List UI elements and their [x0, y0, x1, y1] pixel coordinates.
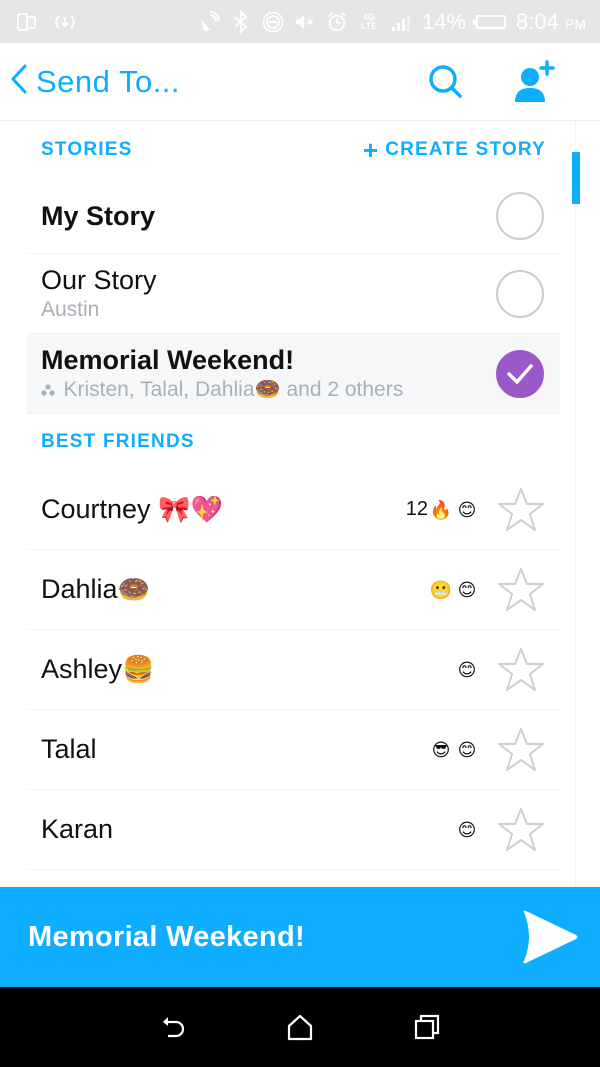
story-row-my-story[interactable]: My Story [27, 179, 560, 254]
send-arrow-icon[interactable] [518, 906, 580, 968]
star-icon[interactable] [496, 485, 546, 535]
signal-icon [390, 11, 412, 33]
fire-emoji-icon: 🔥 [429, 499, 453, 520]
nfc-icon [198, 10, 220, 33]
friend-badges: 😊 [454, 817, 480, 843]
friend-name: Dahlia🍩 [41, 574, 150, 605]
page-title: Send To... [36, 63, 181, 99]
story-row-memorial-weekend[interactable]: Memorial Weekend! Kristen, Talal, Dahlia… [27, 334, 560, 414]
friend-name-text: Ashley [41, 654, 123, 684]
recipient-list: STORIES + CREATE STORY My Story Our Stor… [0, 121, 600, 887]
status-bar: 4G LTE 14% 8:04 PM [0, 0, 600, 43]
friend-name: Talal [41, 734, 97, 765]
select-circle[interactable] [496, 269, 544, 318]
nav-recents-button[interactable] [407, 1007, 447, 1047]
friend-badges: 12 🔥 😊 [406, 497, 480, 523]
back-button[interactable]: Send To... [0, 62, 180, 101]
do-not-disturb-icon [262, 11, 284, 33]
friend-name-text: Talal [41, 734, 97, 764]
add-friend-button[interactable] [512, 59, 556, 104]
star-icon[interactable] [496, 565, 546, 615]
sunglasses-emoji-icon: 😎 [431, 739, 451, 760]
plus-icon: + [362, 135, 380, 165]
nav-home-button[interactable] [280, 1007, 320, 1047]
friend-name-emoji: 🎀💖 [158, 494, 223, 524]
create-story-label: CREATE STORY [385, 139, 546, 160]
smile-emoji-icon: 😊 [457, 659, 477, 680]
friend-name-text: Karan [41, 814, 114, 844]
create-story-button[interactable]: + CREATE STORY [363, 137, 546, 163]
checkmark-icon [507, 363, 533, 384]
friend-name-emoji: 🍔 [122, 654, 155, 684]
scrollbar-thumb[interactable] [572, 152, 580, 204]
network-label: 4G LTE [360, 11, 378, 31]
smile-emoji-icon: 😊 [457, 499, 477, 520]
star-icon[interactable] [496, 725, 546, 775]
friend-name-text: Dahlia [41, 574, 118, 604]
story-name: Our Story [41, 265, 157, 295]
friend-name: Ashley🍔 [41, 654, 154, 685]
best-friends-section-header: BEST FRIENDS [0, 414, 600, 470]
recents-icon [414, 1014, 439, 1040]
story-subtitle: Kristen, Talal, Dahlia🍩 and 2 others [41, 378, 403, 402]
clock: 8:04 PM [516, 9, 586, 35]
search-icon [429, 64, 462, 98]
friend-badges: 😬 😊 [428, 577, 480, 603]
header: Send To... [0, 43, 600, 121]
chevron-left-icon [8, 62, 30, 101]
stories-section-header: STORIES + CREATE STORY [0, 121, 600, 179]
grimace-emoji-icon: 😬 [429, 579, 453, 600]
clock-ampm: PM [565, 15, 586, 32]
story-row-our-story[interactable]: Our Story Austin [27, 254, 560, 334]
friend-row[interactable]: Ashley🍔 😊 [27, 630, 560, 710]
friend-name: Karan [41, 814, 113, 845]
android-nav-bar [0, 987, 600, 1067]
friend-name: Courtney 🎀💖 [41, 494, 223, 525]
clock-time: 8:04 [516, 8, 559, 34]
alarm-icon [326, 11, 348, 33]
friend-name-text: Courtney [41, 494, 151, 524]
send-recipients-label: Memorial Weekend! [28, 920, 305, 953]
stories-label: STORIES [41, 139, 133, 160]
screen-mirror-icon [16, 11, 38, 33]
friend-row[interactable]: Karan 😊 [27, 790, 560, 870]
battery-percent: 14% [422, 8, 467, 34]
add-friend-icon [515, 59, 555, 102]
select-circle[interactable] [496, 192, 544, 240]
smile-emoji-icon: 😊 [457, 739, 477, 760]
friend-row[interactable]: Courtney 🎀💖 12 🔥 😊 [27, 470, 560, 550]
smile-emoji-icon: 😊 [457, 819, 477, 840]
battery-charging-icon [473, 14, 507, 29]
friend-name-emoji: 🍩 [117, 574, 150, 604]
bluetooth-icon [230, 9, 252, 34]
back-icon [163, 1017, 185, 1038]
streak-count: 12 [405, 498, 428, 520]
send-bar: Memorial Weekend! [0, 887, 600, 987]
story-name: Memorial Weekend! [41, 345, 295, 375]
search-button[interactable] [426, 62, 466, 102]
network-4g-icon: 4G LTE [358, 11, 380, 33]
friend-badges: 😎 😊 [428, 737, 480, 763]
best-friends-label: BEST FRIENDS [41, 431, 195, 452]
star-icon[interactable] [496, 805, 546, 855]
home-icon [287, 1014, 313, 1041]
selected-check[interactable] [496, 349, 544, 398]
star-icon[interactable] [496, 645, 546, 695]
story-members: Kristen, Talal, Dahlia🍩 and 2 others [63, 378, 404, 401]
mute-icon [294, 11, 316, 33]
smile-emoji-icon: 😊 [457, 579, 477, 600]
group-icon [41, 383, 59, 400]
story-name: My Story [41, 200, 156, 231]
friend-badges: 😊 [454, 657, 480, 683]
friend-row[interactable]: Dahlia🍩 😬 😊 [27, 550, 560, 630]
sync-icon [54, 11, 76, 33]
friend-row[interactable]: Talal 😎 😊 [27, 710, 560, 790]
nav-back-button[interactable] [153, 1007, 193, 1047]
story-subtitle: Austin [41, 298, 100, 321]
